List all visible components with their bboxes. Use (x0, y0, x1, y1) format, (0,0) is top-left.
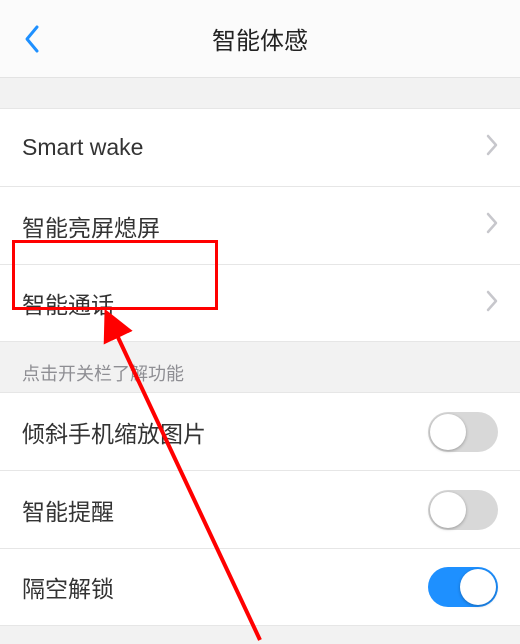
row-smart-screen[interactable]: 智能亮屏熄屏 (0, 186, 520, 264)
settings-group-nav: Smart wake 智能亮屏熄屏 智能通话 (0, 108, 520, 342)
settings-group-toggles: 倾斜手机缩放图片 智能提醒 隔空解锁 (0, 392, 520, 626)
section-hint: 点击开关栏了解功能 (0, 342, 520, 392)
toggle-switch[interactable] (428, 412, 498, 452)
row-label: 智能通话 (22, 286, 486, 320)
chevron-right-icon (486, 134, 498, 161)
row-air-unlock[interactable]: 隔空解锁 (0, 548, 520, 626)
toggle-knob (430, 414, 466, 450)
row-smart-call[interactable]: 智能通话 (0, 264, 520, 342)
toggle-knob (460, 569, 496, 605)
back-button[interactable] (10, 17, 54, 61)
toggle-switch[interactable] (428, 490, 498, 530)
row-label: 隔空解锁 (22, 570, 428, 604)
row-label: 智能提醒 (22, 493, 428, 527)
chevron-left-icon (23, 24, 41, 54)
row-smart-remind[interactable]: 智能提醒 (0, 470, 520, 548)
row-label: Smart wake (22, 134, 486, 161)
toggle-knob (430, 492, 466, 528)
toggle-switch[interactable] (428, 567, 498, 607)
row-label: 智能亮屏熄屏 (22, 209, 486, 243)
nav-bar: 智能体感 (0, 0, 520, 78)
page-title: 智能体感 (212, 21, 308, 56)
row-label: 倾斜手机缩放图片 (22, 415, 428, 449)
chevron-right-icon (486, 212, 498, 239)
chevron-right-icon (486, 290, 498, 317)
row-tilt-zoom[interactable]: 倾斜手机缩放图片 (0, 392, 520, 470)
row-smart-wake[interactable]: Smart wake (0, 108, 520, 186)
